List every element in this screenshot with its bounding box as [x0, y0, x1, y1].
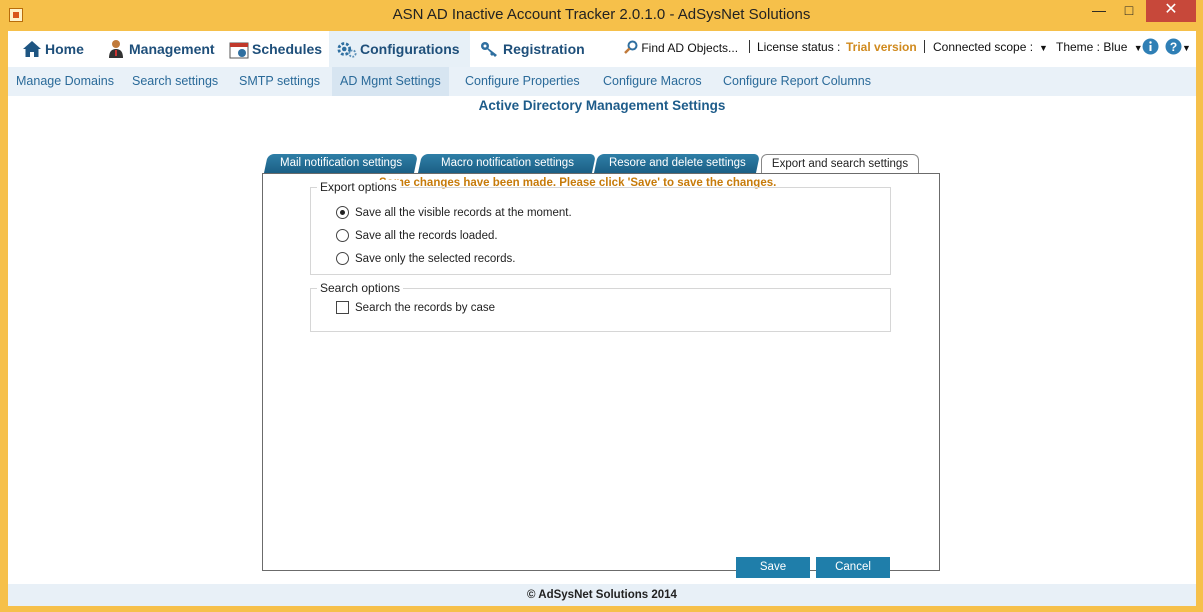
- export-options-group: Export options Save all the visible reco…: [310, 180, 891, 275]
- user-manager-icon: [106, 39, 126, 59]
- search-options-label: Search options: [317, 281, 404, 295]
- nav-schedules-label: Schedules: [252, 41, 323, 57]
- export-option-selected[interactable]: Save only the selected records.: [336, 252, 515, 265]
- divider: [924, 40, 925, 53]
- client-area: Home Management Schedules Configurations: [8, 31, 1196, 606]
- content-area: Mail notification settings Macro notific…: [8, 119, 1196, 584]
- scope-dropdown-arrow-icon[interactable]: ▼: [1039, 43, 1048, 53]
- key-icon: [480, 39, 500, 59]
- page-title: Active Directory Management Settings: [478, 98, 726, 113]
- save-button[interactable]: Save: [736, 557, 810, 578]
- search-options-group: Search options Search the records by cas…: [310, 281, 891, 332]
- magnifier-icon: [624, 40, 638, 57]
- minimize-button[interactable]: —: [1084, 0, 1114, 22]
- close-button[interactable]: ✕: [1146, 0, 1196, 22]
- export-option-selected-label: Save only the selected records.: [355, 252, 516, 265]
- nav-home[interactable]: Home: [22, 31, 84, 67]
- help-dropdown-arrow-icon[interactable]: ▼: [1182, 43, 1191, 53]
- calendar-icon: [229, 39, 249, 59]
- divider: [749, 40, 750, 53]
- export-option-loaded[interactable]: Save all the records loaded.: [336, 229, 498, 242]
- radio-button[interactable]: [336, 252, 349, 265]
- subnav-manage-domains[interactable]: Manage Domains: [8, 67, 122, 96]
- subnav-ad-mgmt-settings[interactable]: AD Mgmt Settings: [332, 67, 449, 96]
- export-option-visible[interactable]: Save all the visible records at the mome…: [336, 206, 572, 219]
- subnav-configure-properties[interactable]: Configure Properties: [457, 67, 588, 96]
- connected-scope-label: Connected scope :: [933, 40, 1034, 54]
- footer-copyright: © AdSysNet Solutions 2014: [8, 584, 1196, 606]
- home-icon: [22, 39, 42, 59]
- export-option-loaded-label: Save all the records loaded.: [355, 229, 498, 242]
- nav-registration-label: Registration: [503, 41, 585, 57]
- find-ad-objects-link[interactable]: Find AD Objects...: [624, 40, 738, 57]
- app-window: ASN AD Inactive Account Tracker 2.0.1.0 …: [0, 0, 1203, 612]
- checkbox[interactable]: [336, 301, 349, 314]
- tab-macro-notification-settings[interactable]: Macro notification settings: [417, 154, 597, 173]
- nav-management[interactable]: Management: [106, 31, 215, 67]
- subnav-configure-report-columns[interactable]: Configure Report Columns: [715, 67, 879, 96]
- info-icon[interactable]: [1142, 38, 1159, 58]
- theme-selector[interactable]: Theme : Blue ▼: [1056, 40, 1143, 54]
- tab-export-search-settings[interactable]: Export and search settings: [761, 154, 919, 174]
- subnav-search-settings[interactable]: Search settings: [124, 67, 226, 96]
- theme-label: Theme : Blue: [1056, 40, 1128, 54]
- license-status-label: License status :: [757, 40, 841, 54]
- cancel-button[interactable]: Cancel: [816, 557, 890, 578]
- gears-icon: [337, 39, 357, 59]
- search-by-case-label: Search the records by case: [355, 301, 495, 314]
- nav-home-label: Home: [45, 41, 84, 57]
- find-ad-objects-label: Find AD Objects...: [641, 41, 739, 55]
- nav-configurations[interactable]: Configurations: [329, 31, 470, 67]
- nav-schedules[interactable]: Schedules: [229, 31, 322, 67]
- radio-button[interactable]: [336, 229, 349, 242]
- sub-nav: Manage Domains Search settings SMTP sett…: [8, 67, 1196, 96]
- nav-management-label: Management: [129, 41, 215, 57]
- help-icon[interactable]: ?: [1165, 38, 1182, 58]
- main-nav: Home Management Schedules Configurations: [8, 31, 1196, 67]
- nav-configurations-label: Configurations: [360, 41, 460, 57]
- maximize-button[interactable]: □: [1114, 0, 1144, 22]
- nav-registration[interactable]: Registration: [480, 31, 585, 67]
- title-bar: ASN AD Inactive Account Tracker 2.0.1.0 …: [0, 0, 1203, 31]
- export-options-label: Export options: [317, 180, 400, 194]
- tab-restore-delete-settings[interactable]: Resore and delete settings: [593, 154, 761, 173]
- settings-panel: Some changes have been made. Please clic…: [262, 173, 940, 571]
- svg-text:?: ?: [1170, 40, 1177, 54]
- tab-mail-notification-settings[interactable]: Mail notification settings: [263, 154, 419, 173]
- radio-button[interactable]: [336, 206, 349, 219]
- search-by-case-option[interactable]: Search the records by case: [336, 301, 495, 314]
- window-title: ASN AD Inactive Account Tracker 2.0.1.0 …: [392, 6, 811, 23]
- subnav-configure-macros[interactable]: Configure Macros: [595, 67, 710, 96]
- subnav-smtp-settings[interactable]: SMTP settings: [231, 67, 328, 96]
- export-option-visible-label: Save all the visible records at the mome…: [355, 206, 572, 219]
- license-status-value: Trial version: [846, 40, 917, 54]
